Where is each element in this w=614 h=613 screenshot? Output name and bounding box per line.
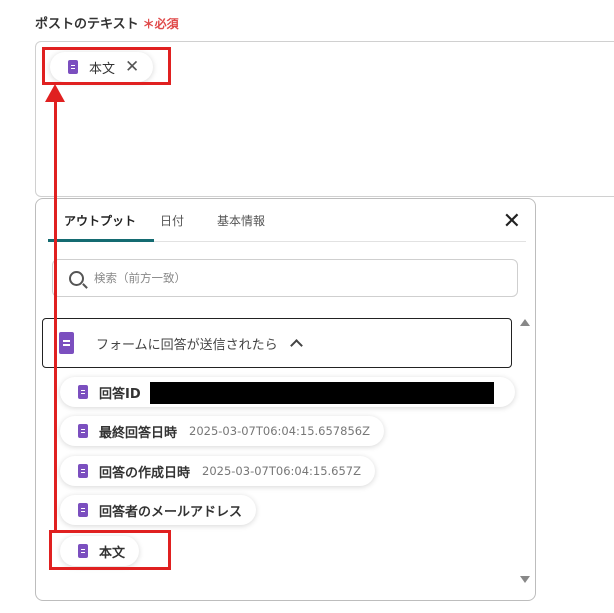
annotation-box-source — [49, 530, 171, 570]
variable-label: 回答ID — [99, 386, 141, 402]
variable-item[interactable]: 回答者のメールアドレス — [60, 495, 257, 525]
annotation-arrow-line — [54, 100, 57, 532]
document-icon — [78, 385, 88, 399]
chevron-up-icon — [289, 338, 303, 352]
search-icon — [69, 270, 84, 286]
annotation-arrow-head — [45, 84, 65, 102]
tab-basic-info[interactable]: 基本情報 — [217, 213, 265, 241]
variable-value: 2025-03-07T06:04:15.657856Z — [189, 424, 370, 438]
variable-value: 2025-03-07T06:04:15.657Z — [202, 464, 362, 478]
field-label: ポストのテキスト ＊必須 — [35, 13, 179, 32]
redacted-value — [150, 382, 494, 404]
document-icon — [78, 503, 88, 517]
tab-date[interactable]: 日付 — [160, 213, 184, 241]
field-label-text: ポストのテキスト — [35, 17, 139, 32]
variable-item[interactable]: 最終回答日時 2025-03-07T06:04:15.657856Z — [60, 416, 384, 446]
document-icon — [59, 332, 74, 354]
variable-label: 最終回答日時 — [99, 425, 178, 441]
variable-label: 回答の作成日時 — [99, 465, 191, 481]
variable-label: 回答者のメールアドレス — [99, 504, 243, 520]
trigger-group-header[interactable]: フォームに回答が送信されたら — [42, 318, 512, 368]
required-badge: ＊必須 — [142, 17, 179, 31]
scroll-down-arrow[interactable] — [520, 576, 530, 583]
document-icon — [78, 424, 88, 438]
panel-tabs: アウトプット 日付 基本情報 — [47, 213, 526, 242]
document-icon — [78, 464, 88, 478]
search-field[interactable] — [52, 259, 518, 297]
variable-item[interactable]: 回答の作成日時 2025-03-07T06:04:15.657Z — [60, 456, 376, 486]
search-input[interactable] — [92, 270, 476, 286]
scroll-up-arrow[interactable] — [520, 319, 530, 326]
group-label: フォームに回答が送信されたら — [96, 337, 278, 353]
tab-output[interactable]: アウトプット — [47, 213, 155, 242]
annotation-box-target — [42, 47, 171, 85]
close-icon[interactable]: ✕ — [503, 211, 521, 233]
